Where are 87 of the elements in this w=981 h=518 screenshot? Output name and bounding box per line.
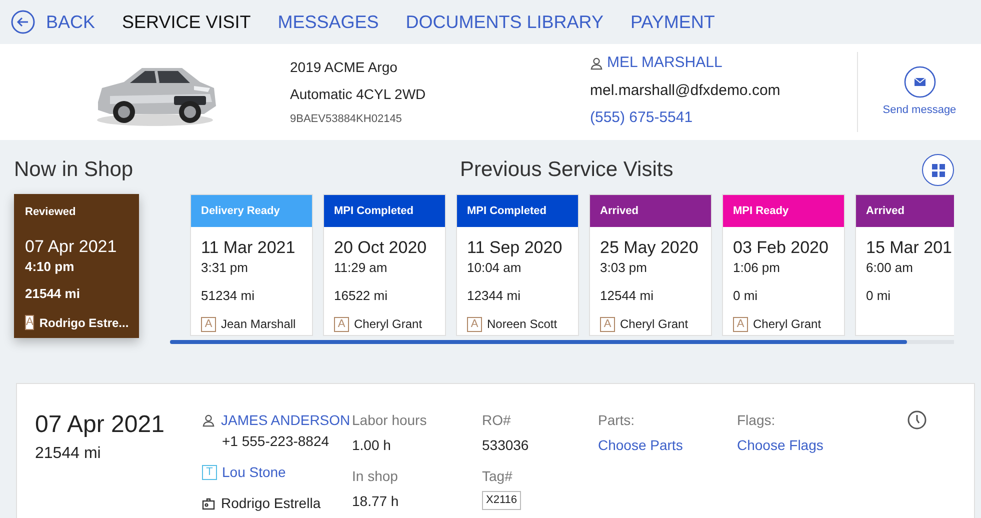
parts-label: Parts:: [598, 411, 636, 430]
nav-tab[interactable]: PAYMENT: [630, 8, 715, 36]
advisor-name: Rodrigo Estre...: [39, 314, 129, 332]
choose-flags-link[interactable]: Choose Flags: [737, 435, 907, 456]
status-header: MPI Ready: [723, 195, 844, 227]
detail-mileage: 21544 mi: [35, 444, 102, 464]
visit-card[interactable]: MPI Completed 11 Sep 2020 10:04 am 12344 mi A Noreen Scott: [456, 194, 579, 336]
grid-view-button[interactable]: [922, 154, 954, 186]
ro-value: 533036: [482, 436, 530, 455]
letter-badge: T: [202, 465, 217, 480]
visit-card[interactable]: MPI Completed 20 Oct 2020 11:29 am 16522 mi A Cheryl Grant: [323, 194, 446, 336]
visit-mileage: 12544 mi: [600, 286, 654, 304]
visit-mileage: 21544 mi: [25, 285, 81, 303]
tag-value: X2116: [482, 491, 521, 510]
visit-card[interactable]: Arrived 25 May 2020 3:03 pm 12544 mi A Cheryl Grant: [589, 194, 712, 336]
visit-time: 3:31 pm: [201, 259, 249, 277]
nav-tab[interactable]: DOCUMENTS LIBRARY: [406, 8, 604, 36]
visit-date: 20 Oct 2020: [334, 238, 428, 258]
visit-date: 15 Mar 201: [866, 238, 953, 258]
vehicle-spec: Automatic 4CYL 2WD: [290, 84, 427, 104]
advisor-name: Rodrigo Estrella: [221, 494, 321, 513]
status-header: Arrived: [856, 195, 954, 227]
technician-link[interactable]: Lou Stone: [222, 462, 286, 483]
visit-date: 07 Apr 2021: [25, 236, 118, 256]
back-button[interactable]: BACK: [11, 8, 96, 36]
visit-time: 10:04 am: [467, 259, 522, 277]
visit-time: 4:10 pm: [25, 258, 76, 276]
visit-time: 6:00 am: [866, 259, 914, 277]
visit-date: 11 Sep 2020: [467, 238, 564, 258]
visit-time: 1:06 pm: [733, 259, 781, 277]
advisor-name: Cheryl Grant: [354, 316, 422, 333]
customer-phone[interactable]: (555) 675-5541: [590, 107, 857, 130]
advisor-name: Cheryl Grant: [753, 316, 822, 333]
visit-mileage: 16522 mi: [334, 286, 388, 304]
status-header: MPI Completed: [324, 195, 445, 227]
visit-time: 11:29 am: [334, 259, 388, 277]
visit-date: 11 Mar 2021: [201, 238, 296, 258]
status-label: Reviewed: [25, 205, 77, 220]
visit-mileage: 51234 mi: [201, 286, 256, 304]
current-visit-card[interactable]: Reviewed 07 Apr 2021 4:10 pm 21544 mi A Rodrigo Estre...: [14, 194, 139, 338]
visit-card[interactable]: Arrived 15 Mar 201 6:00 am 0 mi: [855, 194, 954, 336]
in-shop-value: 18.77 h: [352, 492, 400, 511]
flags-label: Flags:: [737, 411, 776, 430]
customer-link[interactable]: JAMES ANDERSON: [221, 410, 350, 431]
section-title: Now in Shop: [14, 157, 134, 183]
customer-email: mel.marshall@dfxdemo.com: [590, 80, 782, 100]
visit-mileage: 12344 mi: [467, 286, 522, 304]
visit-mileage: 0 mi: [866, 286, 892, 304]
choose-parts-link[interactable]: Choose Parts: [598, 435, 737, 456]
detail-date: 07 Apr 2021: [35, 410, 166, 440]
visit-card[interactable]: Delivery Ready 11 Mar 2021 3:31 pm 51234 mi A Jean Marshall: [190, 194, 313, 336]
advisor-name: Noreen Scott: [487, 316, 558, 333]
nav-tab[interactable]: MESSAGES: [278, 8, 379, 36]
letter-badge: A: [467, 316, 482, 332]
customer-phone: +1 555-223-8824: [222, 432, 330, 451]
visit-card[interactable]: MPI Ready 03 Feb 2020 1:06 pm 0 mi A Cheryl Grant: [722, 194, 845, 336]
grid-icon: [932, 164, 944, 176]
status-header: Delivery Ready: [191, 195, 312, 227]
letter-badge: A: [600, 316, 615, 332]
scrollbar[interactable]: [170, 340, 954, 344]
letter-badge: A: [733, 316, 748, 332]
advisor-name: Cheryl Grant: [620, 316, 688, 333]
advisor-name: Jean Marshall: [221, 316, 296, 333]
person-icon: [590, 56, 603, 70]
in-shop-label: In shop: [352, 467, 399, 486]
status-header: Arrived: [590, 195, 711, 227]
visit-date: 25 May 2020: [600, 238, 700, 258]
tag-label: Tag#: [482, 467, 514, 486]
ro-label: RO#: [482, 411, 512, 430]
visit-mileage: 0 mi: [733, 286, 759, 304]
envelope-icon: [904, 66, 936, 98]
nav-tab[interactable]: SERVICE VISIT: [122, 8, 251, 36]
customer-name[interactable]: MEL MARSHALL: [607, 52, 722, 74]
labor-hours-label: Labor hours: [352, 411, 428, 430]
person-icon: [202, 414, 215, 427]
letter-badge: A: [201, 316, 216, 332]
vin-text: 9BAEV53884KH02145: [290, 112, 403, 127]
labor-hours-value: 1.00 h: [352, 436, 392, 455]
visit-date: 03 Feb 2020: [733, 238, 830, 258]
status-header: MPI Completed: [457, 195, 578, 227]
vehicle-model: 2019 ACME Argo: [290, 58, 398, 77]
letter-badge: A: [334, 316, 349, 332]
section-title: Previous Service Visits: [460, 157, 674, 184]
visit-time: 3:03 pm: [600, 259, 648, 277]
clock-icon[interactable]: [907, 410, 927, 430]
letter-badge: A: [25, 315, 34, 330]
send-message-button[interactable]: Send message: [858, 66, 981, 118]
